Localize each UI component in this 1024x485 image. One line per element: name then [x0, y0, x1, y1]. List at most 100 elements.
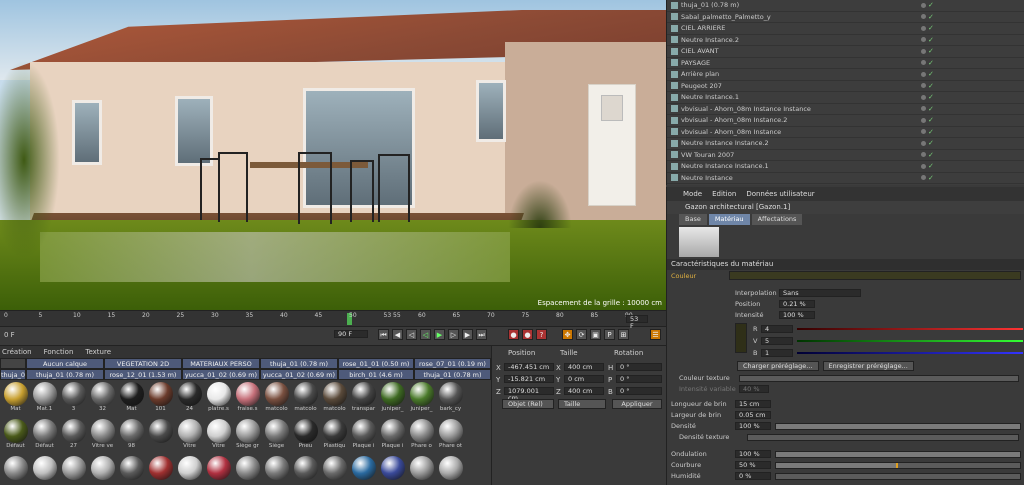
- b-field[interactable]: 1: [761, 349, 793, 357]
- material-thumbnail[interactable]: Défaut: [31, 419, 58, 454]
- b-rotation-field[interactable]: 0 °: [616, 387, 662, 395]
- enabled-check-icon[interactable]: ✓: [928, 116, 934, 124]
- enabled-check-icon[interactable]: ✓: [928, 59, 934, 67]
- material-thumbnail[interactable]: Mat.1: [31, 382, 58, 417]
- layer-tab[interactable]: thuja_01 (0.78 m): [260, 358, 338, 369]
- keyframe-selection-button[interactable]: ?: [536, 329, 547, 340]
- material-thumbnail[interactable]: Vitre: [176, 419, 203, 454]
- object-row[interactable]: Peugeot 207 ✓: [667, 81, 1024, 92]
- enabled-check-icon[interactable]: ✓: [928, 93, 934, 101]
- object-row[interactable]: vbvisual - Ahorn_08m Instance Instance ✓: [667, 104, 1024, 115]
- menu-texture[interactable]: Texture: [85, 348, 111, 356]
- end-frame-field[interactable]: 90 F: [334, 330, 368, 338]
- visibility-dot-icon[interactable]: [921, 25, 926, 31]
- enabled-check-icon[interactable]: ✓: [928, 174, 934, 182]
- visibility-dot-icon[interactable]: [921, 48, 926, 54]
- layer-tab[interactable]: thuja_01 (0.78 m): [26, 369, 104, 380]
- material-thumbnail[interactable]: [205, 456, 232, 485]
- material-thumbnail[interactable]: 3: [60, 382, 87, 417]
- save-preset-button[interactable]: Enregistrer préréglage...: [822, 361, 914, 371]
- layer-tab[interactable]: MATERIAUX PERSO: [182, 358, 260, 369]
- pla-key-button[interactable]: ⊞: [618, 329, 629, 340]
- material-thumbnail[interactable]: Mat: [2, 382, 29, 417]
- object-manager[interactable]: thuja_01 (0.78 m) ✓ Sabal_palmetto_Palmett…: [666, 0, 1024, 185]
- menu-creation[interactable]: Création: [2, 348, 32, 356]
- visibility-dot-icon[interactable]: [921, 71, 926, 77]
- visibility-dot-icon[interactable]: [921, 117, 926, 123]
- coord-size-select[interactable]: Taille: [558, 399, 606, 409]
- x-size-field[interactable]: 400 cm: [564, 363, 604, 371]
- x-position-field[interactable]: -467.451 cm: [504, 363, 554, 371]
- autokey-button[interactable]: ●: [522, 329, 533, 340]
- visibility-dot-icon[interactable]: [921, 60, 926, 66]
- y-size-field[interactable]: 0 cm: [564, 375, 604, 383]
- go-start-button[interactable]: ⏮: [378, 329, 389, 340]
- menu-fonction[interactable]: Fonction: [44, 348, 74, 356]
- menu-mode[interactable]: Mode: [683, 190, 702, 198]
- visibility-dot-icon[interactable]: [921, 106, 926, 112]
- material-thumbnail[interactable]: [350, 456, 377, 485]
- timeline-layout-button[interactable]: ☰: [650, 329, 661, 340]
- variable-intensity-field[interactable]: 40 %: [739, 385, 769, 393]
- object-row[interactable]: vbvisual - Ahorn_08m Instance ✓: [667, 127, 1024, 138]
- density-slider[interactable]: [775, 422, 1021, 430]
- play-backward-button[interactable]: ◁: [420, 329, 431, 340]
- material-thumbnail[interactable]: 98: [118, 419, 145, 454]
- layer-tab[interactable]: thuja_01 (0.78 m): [414, 369, 491, 380]
- ondulation-slider[interactable]: [775, 450, 1021, 458]
- material-thumbnail[interactable]: [147, 419, 174, 454]
- y-position-field[interactable]: -15.821 cm: [504, 375, 554, 383]
- tab-assignments[interactable]: Affectations: [751, 214, 803, 225]
- material-thumbnail[interactable]: Plaque i: [379, 419, 406, 454]
- z-position-field[interactable]: 1079.001 cm: [504, 387, 554, 402]
- enabled-check-icon[interactable]: ✓: [928, 24, 934, 32]
- prev-key-button[interactable]: ◀: [392, 329, 403, 340]
- visibility-dot-icon[interactable]: [921, 140, 926, 146]
- material-thumbnail[interactable]: matcolo: [321, 382, 348, 417]
- object-row[interactable]: Arrière plan ✓: [667, 69, 1024, 81]
- object-row[interactable]: Neutre Instance ✓: [667, 173, 1024, 184]
- 3d-viewport[interactable]: Espacement de la grille : 10000 cm: [0, 0, 666, 310]
- material-thumbnail[interactable]: [147, 456, 174, 485]
- object-row[interactable]: vbvisual - Ahorn_08m Instance.2 ✓: [667, 115, 1024, 127]
- material-thumbnail[interactable]: [437, 456, 464, 485]
- material-thumbnail[interactable]: [60, 456, 87, 485]
- material-thumbnail[interactable]: 32: [89, 382, 116, 417]
- object-row[interactable]: CIEL AVANT ✓: [667, 46, 1024, 58]
- next-key-button[interactable]: ▶: [462, 329, 473, 340]
- material-thumbnail[interactable]: Défaut: [2, 419, 29, 454]
- material-thumbnail[interactable]: bark_cy: [437, 382, 464, 417]
- visibility-dot-icon[interactable]: [921, 163, 926, 169]
- menu-user-data[interactable]: Données utilisateur: [746, 190, 814, 198]
- material-thumbnail[interactable]: Mat: [118, 382, 145, 417]
- material-thumbnail[interactable]: transpar: [350, 382, 377, 417]
- coord-mode-select[interactable]: Objet (Rel): [502, 399, 554, 409]
- material-thumbnail[interactable]: [2, 456, 29, 485]
- material-thumbnail[interactable]: 27: [60, 419, 87, 454]
- enabled-check-icon[interactable]: ✓: [928, 105, 934, 113]
- material-thumbnail[interactable]: [379, 456, 406, 485]
- intensity-field[interactable]: 100 %: [779, 311, 815, 319]
- color-swatch[interactable]: [735, 323, 747, 353]
- enabled-check-icon[interactable]: ✓: [928, 1, 934, 9]
- visibility-dot-icon[interactable]: [921, 129, 926, 135]
- layer-tab[interactable]: rose_07_01 (0.19 m): [414, 358, 491, 369]
- visibility-dot-icon[interactable]: [921, 2, 926, 8]
- object-row[interactable]: Sabal_palmetto_Palmetto_y ✓: [667, 12, 1024, 23]
- b-slider[interactable]: [797, 352, 1023, 354]
- marker-frame-field[interactable]: 53 F: [626, 315, 648, 330]
- material-thumbnail[interactable]: platre.s: [205, 382, 232, 417]
- layer-tab[interactable]: rose_01_01 (0.50 m): [338, 358, 414, 369]
- play-button[interactable]: ▶: [434, 329, 445, 340]
- material-thumbnail[interactable]: [31, 456, 58, 485]
- enabled-check-icon[interactable]: ✓: [928, 36, 934, 44]
- move-key-button[interactable]: ✥: [562, 329, 573, 340]
- prev-frame-button[interactable]: ◁: [406, 329, 417, 340]
- param-key-button[interactable]: P: [604, 329, 615, 340]
- material-thumbnail[interactable]: 24: [176, 382, 203, 417]
- next-frame-button[interactable]: ▷: [448, 329, 459, 340]
- enabled-check-icon[interactable]: ✓: [928, 151, 934, 159]
- visibility-dot-icon[interactable]: [921, 37, 926, 43]
- v-field[interactable]: 5: [761, 337, 793, 345]
- humidity-field[interactable]: 0 %: [735, 472, 771, 480]
